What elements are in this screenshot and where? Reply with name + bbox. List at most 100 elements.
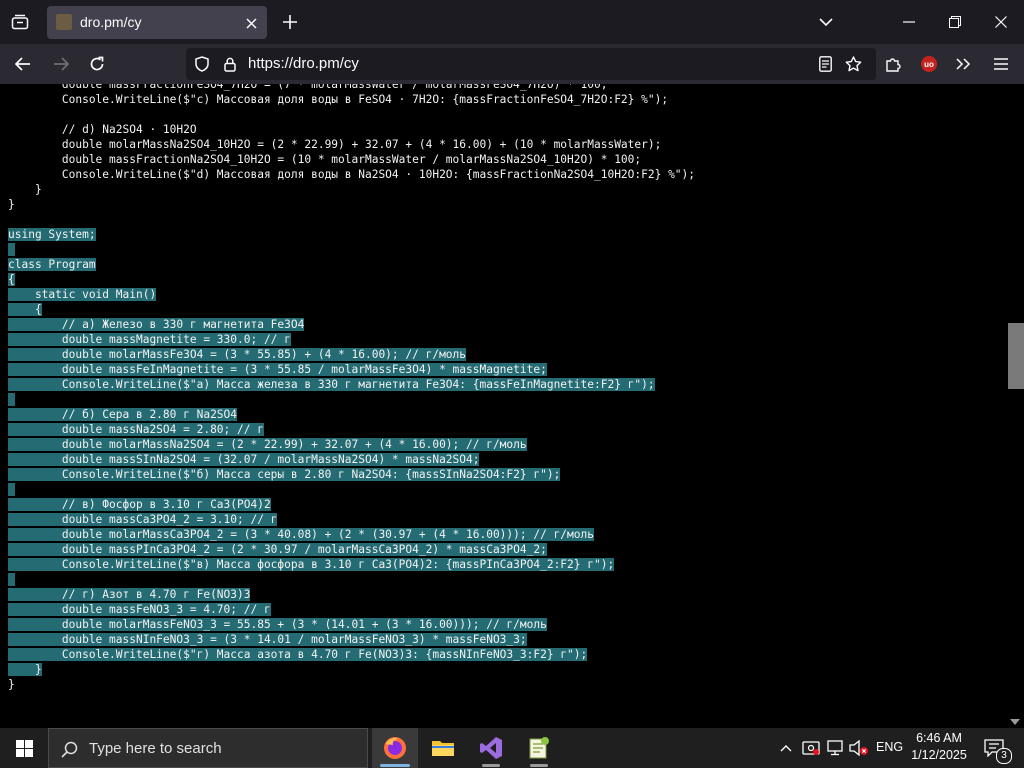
volume-muted-icon[interactable] [848, 738, 870, 758]
windows-taskbar: Type here to search ENG 6:46 AM 1/12/202… [0, 728, 1024, 768]
extensions-puzzle-icon[interactable] [880, 52, 906, 76]
code-line-text: Console.WriteLine($"в) Масса фосфора в 3… [8, 558, 615, 571]
code-line-text: double massFeNO3_3 = 4.70; // г [8, 603, 271, 616]
url-bar[interactable]: https://dro.pm/cy [186, 48, 876, 80]
visual-studio-taskbar-button[interactable] [468, 728, 514, 768]
reload-icon[interactable] [84, 52, 110, 76]
code-line-text: } [8, 678, 15, 691]
scroll-down-arrow-icon[interactable] [1010, 719, 1020, 725]
firefox-icon [384, 737, 406, 759]
firefox-taskbar-button[interactable] [372, 728, 418, 768]
code-line: double massMagnetite = 330.0; // г [8, 332, 695, 347]
navigation-bar: https://dro.pm/cy uo [0, 44, 1024, 84]
windows-start-icon[interactable] [0, 728, 48, 768]
forward-arrow-icon[interactable] [48, 52, 74, 76]
svg-text:uo: uo [924, 60, 934, 69]
code-line: Console.WriteLine($"c) Массовая доля вод… [8, 92, 695, 107]
system-clock[interactable]: 6:46 AM 1/12/2025 [906, 730, 972, 764]
reader-view-icon[interactable] [814, 52, 836, 76]
taskbar-search-box[interactable]: Type here to search [48, 728, 368, 768]
scrollbar-thumb[interactable] [1008, 323, 1024, 389]
tab-list-icon[interactable] [6, 10, 34, 34]
code-line: } [8, 182, 695, 197]
code-line: } [8, 662, 695, 677]
file-explorer-taskbar-button[interactable] [420, 728, 466, 768]
code-line: double molarMassFeNO3_3 = 55.85 + (3 * (… [8, 617, 695, 632]
tracking-protection-shield-icon[interactable] [192, 54, 212, 74]
minimize-icon[interactable] [896, 10, 922, 34]
code-line: double molarMassCa3PO4_2 = (3 * 40.08) +… [8, 527, 695, 542]
code-line-text: double massMagnetite = 330.0; // г [8, 333, 291, 346]
code-line: using System; [8, 227, 695, 242]
code-line-text: // в) Фосфор в 3.10 г Ca3(PO4)2 [8, 498, 271, 511]
close-tab-icon[interactable] [241, 13, 261, 33]
running-app-indicator-2 [530, 764, 548, 767]
code-line-text: Console.WriteLine($"б) Масса серы в 2.80… [8, 468, 561, 481]
code-line-text: double massCa3PO4_2 = 3.10; // г [8, 513, 278, 526]
code-line-text [8, 243, 15, 256]
hamburger-menu-icon[interactable] [988, 52, 1014, 76]
code-line: double massFeNO3_3 = 4.70; // г [8, 602, 695, 617]
code-line: double massCa3PO4_2 = 3.10; // г [8, 512, 695, 527]
code-line: double massFractionNa2SO4_10H2O = (10 * … [8, 152, 695, 167]
code-line-text: double massFractionFeSO4_7H2O = (7 * mol… [8, 84, 608, 91]
code-line: double massFractionFeSO4_7H2O = (7 * mol… [8, 84, 695, 92]
code-line-text: { [8, 303, 42, 316]
code-line [8, 572, 695, 587]
code-line: // г) Азот в 4.70 г Fe(NO3)3 [8, 587, 695, 602]
notepad-plus-plus-taskbar-button[interactable] [516, 728, 562, 768]
code-block: double massFractionFeSO4_7H2O = (7 * mol… [8, 84, 695, 692]
code-line: Console.WriteLine($"в) Масса фосфора в 3… [8, 557, 695, 572]
code-line-text: double molarMassCa3PO4_2 = (3 * 40.08) +… [8, 528, 594, 541]
active-tab[interactable]: dro.pm/cy [47, 6, 267, 39]
code-line: } [8, 677, 695, 692]
code-line-text: { [8, 273, 15, 286]
code-line: } [8, 197, 695, 212]
chevron-down-icon[interactable] [814, 10, 838, 34]
input-language-indicator[interactable]: ENG [876, 740, 903, 754]
site-favicon-icon [56, 14, 72, 30]
notepad-plus-plus-icon [529, 737, 549, 759]
code-line: { [8, 302, 695, 317]
file-explorer-icon [432, 741, 454, 756]
code-line-text: static void Main() [8, 288, 157, 301]
network-icon[interactable] [824, 738, 846, 758]
clock-time: 6:46 AM [916, 731, 962, 745]
code-line-text: double molarMassFeNO3_3 = 55.85 + (3 * (… [8, 618, 547, 631]
code-line: // б) Сера в 2.80 г Na2SO4 [8, 407, 695, 422]
code-line: // а) Железо в 330 г магнетита Fe3O4 [8, 317, 695, 332]
code-line: double molarMassNa2SO4_10H2O = (2 * 22.9… [8, 137, 695, 152]
code-line-text: double molarMassNa2SO4_10H2O = (2 * 22.9… [8, 138, 662, 151]
close-window-icon[interactable] [988, 10, 1014, 34]
code-line: double massFeInMagnetite = (3 * 55.85 / … [8, 362, 695, 377]
meet-now-icon[interactable] [800, 738, 822, 758]
code-line-text: // а) Железо в 330 г магнетита Fe3O4 [8, 318, 305, 331]
bookmark-star-icon[interactable] [842, 52, 864, 76]
code-line: { [8, 272, 695, 287]
code-line-text: } [8, 183, 42, 196]
code-line-text: // d) Na2SO4 · 10H2O [8, 123, 197, 136]
code-line-text: double massSInNa2SO4 = (32.07 / molarMas… [8, 453, 480, 466]
code-line-text: using System; [8, 228, 96, 241]
code-line: double massPInCa3PO4_2 = (2 * 30.97 / mo… [8, 542, 695, 557]
lock-icon[interactable] [220, 54, 240, 74]
restore-icon[interactable] [942, 10, 968, 34]
code-line: Console.WriteLine($"d) Массовая доля вод… [8, 167, 695, 182]
code-line-text: Console.WriteLine($"c) Массовая доля вод… [8, 93, 669, 106]
code-line-text: double molarMassNa2SO4 = (2 * 22.99) + 3… [8, 438, 527, 451]
show-hidden-icons-chevron-icon[interactable] [776, 738, 796, 758]
code-line-text: Console.WriteLine($"а) Масса железа в 33… [8, 378, 655, 391]
code-line: // d) Na2SO4 · 10H2O [8, 122, 695, 137]
code-line [8, 392, 695, 407]
new-tab-icon[interactable] [278, 10, 302, 34]
more-tools-chevrons-icon[interactable] [950, 52, 976, 76]
notification-count-badge: 3 [996, 748, 1012, 764]
code-line: double massNInFeNO3_3 = (3 * 14.01 / mol… [8, 632, 695, 647]
code-line-text: Console.WriteLine($"d) Массовая доля вод… [8, 168, 696, 181]
back-arrow-icon[interactable] [10, 52, 36, 76]
code-line [8, 242, 695, 257]
ublock-origin-icon[interactable]: uo [916, 52, 942, 76]
code-line: double massSInNa2SO4 = (32.07 / molarMas… [8, 452, 695, 467]
